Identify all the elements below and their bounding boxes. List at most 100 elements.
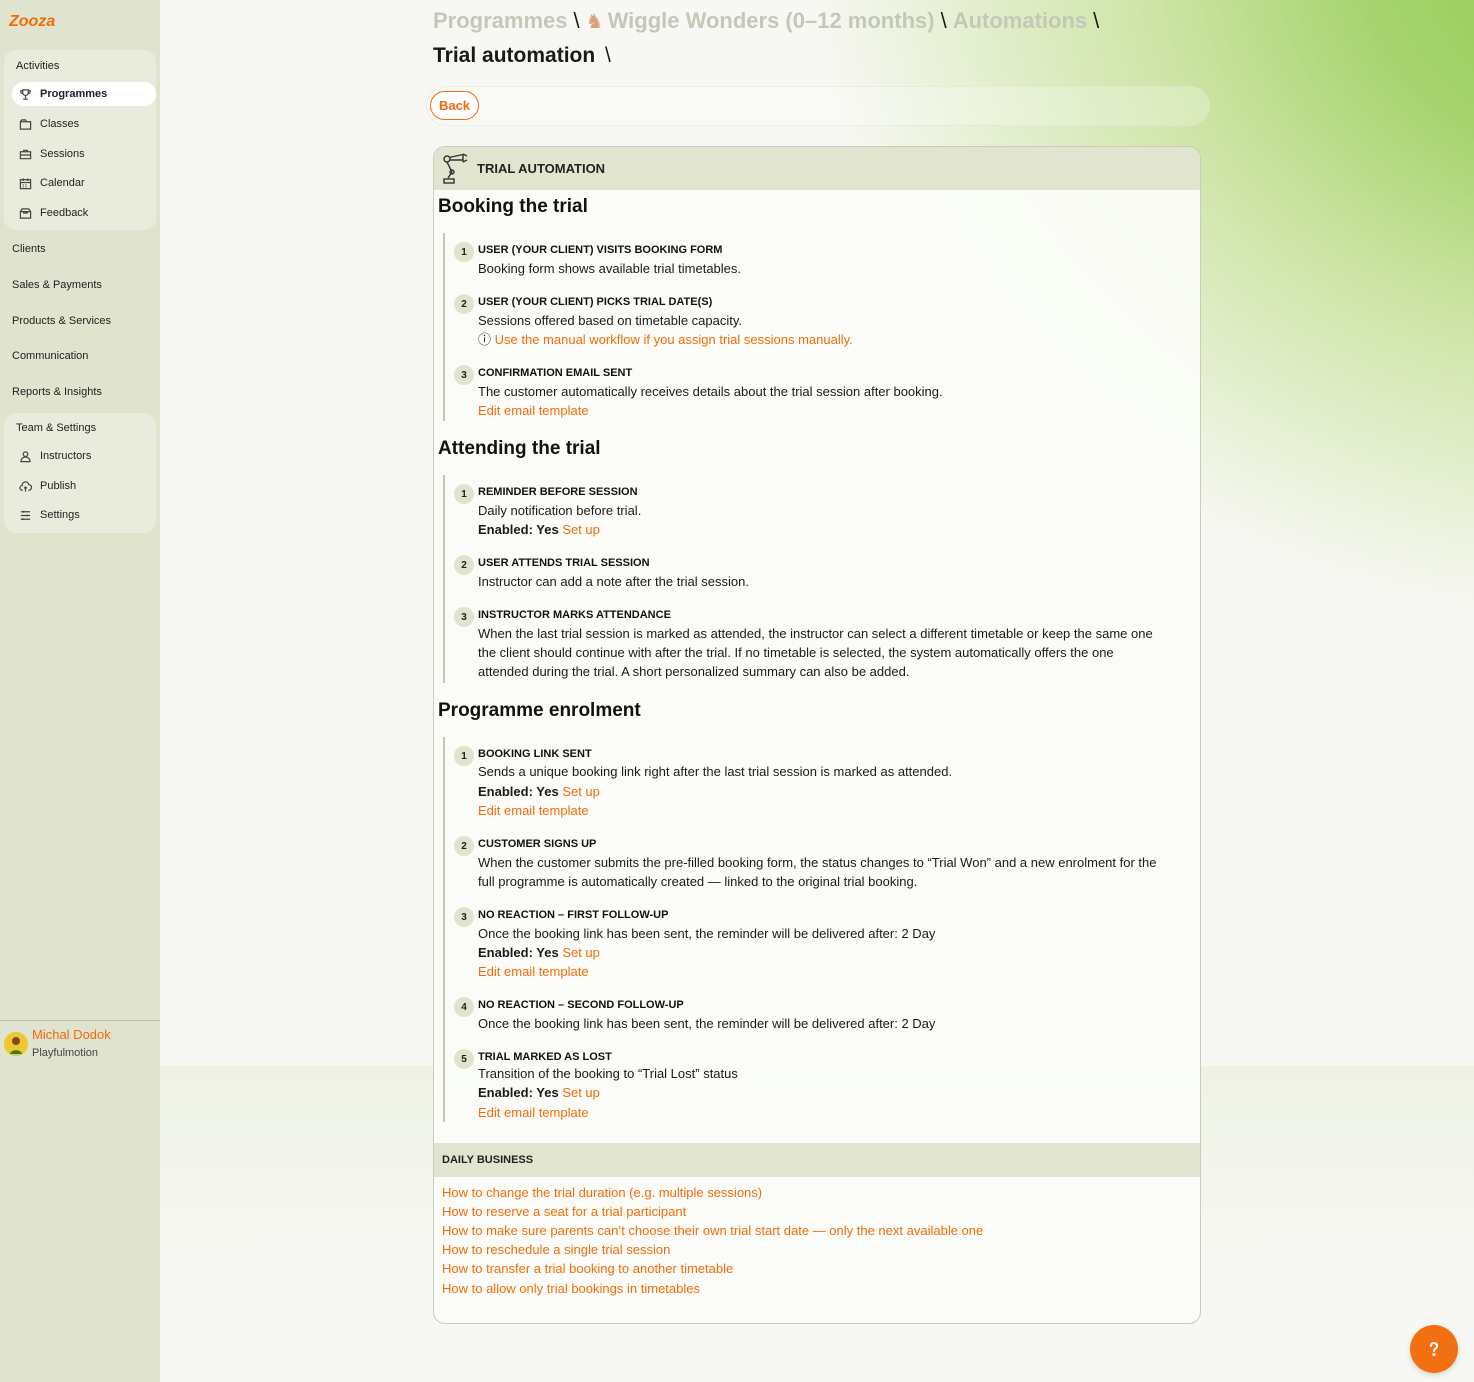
timeline-line (443, 233, 445, 421)
robot-arm-icon (443, 152, 468, 184)
team-settings-heading[interactable]: Team & Settings (16, 422, 96, 434)
activities-group: Activities Programmes Classes Sessions C… (4, 50, 156, 230)
sidebar-item-clients[interactable]: Clients (12, 243, 46, 255)
sidebar-item-classes[interactable]: Classes (12, 112, 156, 136)
team-settings-group: Team & Settings Instructors Publish Sett… (4, 413, 156, 533)
sidebar-item-publish[interactable]: Publish (12, 474, 156, 498)
question-icon (1430, 1342, 1438, 1357)
timeline-line (443, 737, 445, 1122)
step-links: Edit email template (478, 801, 1190, 820)
step-number: 1 (454, 746, 474, 766)
user-name[interactable]: Michal Dodok (32, 1027, 111, 1042)
edit-email-template-link[interactable]: Edit email template (478, 964, 589, 979)
sidebar-item-instructors[interactable]: Instructors (12, 444, 156, 468)
step-number: 2 (454, 294, 474, 314)
sidebar-item-calendar[interactable]: Calendar (12, 171, 156, 195)
step-title: INSTRUCTOR MARKS ATTENDANCE (478, 609, 671, 621)
sidebar-item-programmes[interactable]: Programmes (12, 82, 156, 106)
sidebar-item-reports-insights[interactable]: Reports & Insights (12, 386, 102, 398)
user-icon (18, 449, 32, 463)
sidebar-item-label: Sessions (40, 148, 85, 160)
step-description: Sends a unique booking link right after … (478, 764, 953, 779)
sidebar-item-label: Programmes (40, 88, 108, 100)
step-title: USER ATTENDS TRIAL SESSION (478, 557, 650, 569)
step-enabled-row: Enabled: Yes Set up (478, 520, 1190, 539)
breadcrumb: Programmes \ ♞ Wiggle Wonders (0–12 mont… (433, 8, 1105, 34)
step-description: attended during the trial. A short perso… (478, 664, 910, 679)
rocking-horse-icon: ♞ (585, 10, 604, 33)
enabled-status: Enabled: Yes (478, 522, 559, 537)
step-enabled-row: Enabled: Yes Set up (478, 782, 1190, 801)
card-header: TRIAL AUTOMATION (434, 147, 1200, 190)
step-description: Booking form shows available trial timet… (478, 261, 742, 276)
edit-email-template-link[interactable]: Edit email template (478, 403, 589, 418)
step-enabled-row: Enabled: Yes Set up (478, 1083, 1190, 1102)
step-links: Edit email template (478, 1103, 1190, 1122)
edit-email-template-link[interactable]: Edit email template (478, 803, 589, 818)
set-up-link[interactable]: Set up (562, 784, 600, 799)
help-article-link[interactable]: How to reserve a seat for a trial partic… (442, 1204, 686, 1219)
back-button[interactable]: Back (430, 91, 479, 120)
page-title: Trial automation \ (433, 44, 611, 68)
set-up-link[interactable]: Set up (562, 1085, 600, 1100)
step-title: BOOKING LINK SENT (478, 748, 592, 760)
step-description: Sessions offered based on timetable capa… (478, 313, 743, 328)
breadcrumb-programmes[interactable]: Programmes (433, 8, 568, 34)
step-description: Once the booking link has been sent, the… (478, 926, 936, 941)
activities-heading[interactable]: Activities (16, 60, 59, 72)
avatar[interactable] (4, 1032, 28, 1056)
breadcrumb-programme[interactable]: Wiggle Wonders (0–12 months) (608, 8, 935, 34)
step-number: 4 (454, 997, 474, 1017)
sidebar-item-label: Settings (40, 509, 80, 521)
breadcrumb-separator: \ (940, 8, 947, 33)
set-up-link[interactable]: Set up (562, 522, 600, 537)
step-number: 1 (454, 484, 474, 504)
section-title-enrolment: Programme enrolment (438, 700, 641, 721)
set-up-link[interactable]: Set up (562, 945, 600, 960)
svg-text:Zooza: Zooza (9, 13, 55, 30)
daily-business-header: DAILY BUSINESS (434, 1143, 1200, 1177)
step-title: USER (YOUR CLIENT) PICKS TRIAL DATE(S) (478, 296, 713, 308)
step-title: NO REACTION – SECOND FOLLOW-UP (478, 999, 684, 1011)
sidebar-item-sessions[interactable]: Sessions (12, 142, 156, 166)
step-description: Daily notification before trial. (478, 503, 642, 518)
step-description: full programme is automatically created … (478, 874, 918, 889)
manual-workflow-note: ⓘ Use the manual workflow if you assign … (478, 330, 1190, 349)
settings-icon (18, 508, 32, 522)
sidebar-item-label: Publish (40, 480, 77, 492)
step-description: Transition of the booking to “Trial Lost… (478, 1066, 738, 1081)
step-description: Once the booking link has been sent, the… (478, 1016, 936, 1031)
step-number: 2 (454, 836, 474, 856)
help-article-link[interactable]: How to reschedule a single trial session (442, 1242, 670, 1257)
sidebar-item-feedback[interactable]: Feedback (12, 201, 156, 225)
enabled-status: Enabled: Yes (478, 945, 559, 960)
breadcrumb-separator: \ (573, 8, 580, 33)
step-title: CUSTOMER SIGNS UP (478, 838, 597, 850)
page-title-separator: \ (605, 44, 611, 67)
breadcrumb-automations[interactable]: Automations (953, 8, 1087, 34)
help-button[interactable] (1410, 1325, 1458, 1373)
step-number: 3 (454, 607, 474, 627)
sidebar: Zooza Activities Programmes Classes Sess… (0, 0, 160, 1382)
sidebar-item-products-services[interactable]: Products & Services (12, 315, 111, 327)
sidebar-item-settings[interactable]: Settings (12, 503, 156, 527)
zooza-logo[interactable]: Zooza (9, 10, 57, 30)
help-article-link[interactable]: How to transfer a trial booking to anoth… (442, 1261, 733, 1276)
step-links: Edit email template (478, 401, 1190, 420)
info-icon: ⓘ (478, 332, 492, 347)
edit-email-template-link[interactable]: Edit email template (478, 1105, 589, 1120)
sidebar-item-label: Instructors (40, 450, 92, 462)
step-description: When the customer submits the pre-filled… (478, 855, 1157, 870)
help-article-link[interactable]: How to allow only trial bookings in time… (442, 1281, 700, 1296)
help-article-link[interactable]: How to make sure parents can’t choose th… (442, 1223, 983, 1238)
sidebar-item-communication[interactable]: Communication (12, 350, 88, 362)
page-title-text: Trial automation (433, 44, 596, 67)
step-description: When the last trial session is marked as… (478, 626, 1153, 641)
step-description: the client should continue with after th… (478, 645, 1114, 660)
manual-workflow-link[interactable]: Use the manual workflow if you assign tr… (495, 332, 853, 347)
help-article-link[interactable]: How to change the trial duration (e.g. m… (442, 1185, 762, 1200)
step-title: TRIAL MARKED AS LOST (478, 1051, 612, 1063)
step-title: USER (YOUR CLIENT) VISITS BOOKING FORM (478, 244, 723, 256)
briefcase-icon (18, 147, 32, 161)
sidebar-item-sales-payments[interactable]: Sales & Payments (12, 279, 102, 291)
